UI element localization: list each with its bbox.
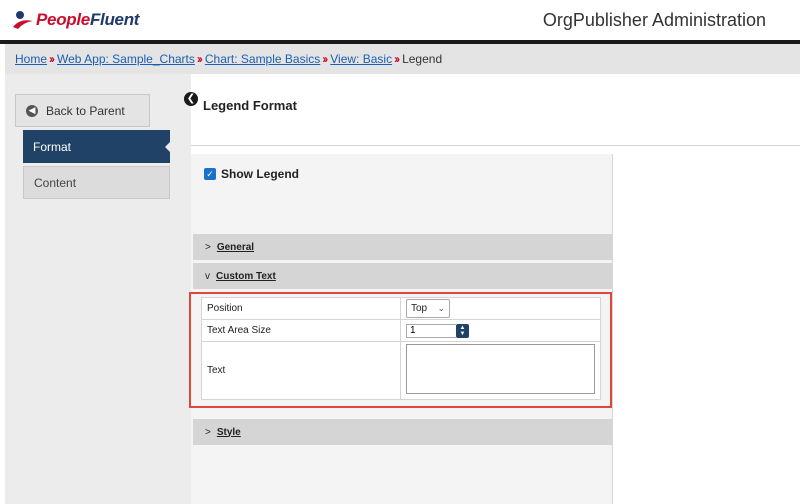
position-select[interactable]: Top ⌄ bbox=[406, 299, 450, 318]
breadcrumb-separator: ›› bbox=[196, 52, 203, 66]
chevron-down-icon: ⌄ bbox=[437, 303, 445, 313]
logo-text-fluent: Fluent bbox=[89, 10, 140, 29]
page-title: Legend Format bbox=[203, 98, 297, 113]
breadcrumb-separator: ›› bbox=[49, 52, 55, 66]
section-style-label: Style bbox=[216, 426, 241, 438]
arrow-left-circle-icon: ◀ bbox=[26, 104, 38, 117]
text-area-size-label: Text Area Size bbox=[201, 319, 401, 342]
sidebar-item-label: Format bbox=[33, 139, 72, 154]
back-to-parent-button[interactable]: ◀ Back to Parent bbox=[15, 94, 150, 127]
text-textarea[interactable] bbox=[406, 344, 595, 394]
section-general[interactable]: > General bbox=[193, 234, 612, 260]
stepper-arrows-icon[interactable]: ▲ ▼ bbox=[456, 323, 469, 338]
breadcrumb-separator: ›› bbox=[394, 52, 400, 66]
sidebar: ◀ Back to Parent Format Content bbox=[5, 74, 191, 504]
breadcrumb: Home ›› Web App: Sample_Charts ›› Chart:… bbox=[5, 44, 800, 74]
section-custom-text[interactable]: v Custom Text bbox=[193, 263, 612, 289]
show-legend-label: Show Legend bbox=[221, 167, 299, 181]
app-header: PeopleFluent OrgPublisher Administration bbox=[0, 0, 800, 40]
text-area-size-input[interactable] bbox=[406, 323, 456, 338]
logo-text-people: People bbox=[36, 10, 90, 29]
section-custom-text-label: Custom Text bbox=[216, 270, 276, 282]
show-legend-checkbox[interactable]: ✓ Show Legend bbox=[204, 167, 299, 181]
position-value-cell: Top ⌄ bbox=[400, 297, 601, 320]
chevron-right-icon: > bbox=[205, 241, 211, 253]
sidebar-item-label: Content bbox=[34, 175, 77, 190]
section-general-label: General bbox=[216, 241, 255, 253]
text-area-size-stepper: ▲▼ bbox=[406, 323, 469, 338]
table-row: Text bbox=[201, 341, 601, 400]
collapse-sidebar-icon[interactable]: ❮ bbox=[184, 92, 198, 106]
text-area-size-cell: ▲▼ bbox=[400, 319, 601, 342]
back-to-parent-label: Back to Parent bbox=[46, 103, 125, 118]
properties-panel: ✓ Show Legend > General v Custom Text Po… bbox=[189, 154, 613, 504]
logo-mark-icon bbox=[12, 9, 34, 31]
content-header: Legend Format bbox=[191, 74, 800, 146]
breadcrumb-view[interactable]: View: Basic bbox=[330, 52, 392, 66]
custom-text-properties-table: Position Top ⌄ Text Area Size ▲▼ bbox=[201, 297, 601, 400]
breadcrumb-current: Legend bbox=[402, 52, 443, 66]
chevron-right-icon: > bbox=[205, 426, 211, 438]
table-row: Text Area Size ▲▼ bbox=[201, 319, 601, 342]
section-style[interactable]: > Style bbox=[193, 419, 612, 445]
breadcrumb-web-app[interactable]: Web App: Sample_Charts bbox=[57, 52, 195, 66]
breadcrumb-home[interactable]: Home bbox=[15, 52, 47, 66]
sidebar-item-content[interactable]: Content bbox=[23, 166, 170, 199]
custom-text-highlight: Position Top ⌄ Text Area Size ▲▼ bbox=[189, 292, 612, 408]
chevron-down-icon: v bbox=[205, 270, 210, 282]
breadcrumb-chart[interactable]: Chart: Sample Basics bbox=[205, 52, 320, 66]
position-label: Position bbox=[201, 297, 401, 320]
active-notch bbox=[165, 141, 171, 153]
table-row: Position Top ⌄ bbox=[201, 297, 601, 320]
main-content: ✓ Show Legend > General v Custom Text Po… bbox=[189, 146, 800, 504]
breadcrumb-separator: ›› bbox=[322, 52, 328, 66]
sidebar-item-format[interactable]: Format bbox=[23, 130, 171, 163]
checkbox-checked-icon[interactable]: ✓ bbox=[204, 168, 216, 180]
text-label: Text bbox=[201, 341, 401, 400]
app-title: OrgPublisher Administration bbox=[542, 10, 766, 30]
text-value-cell bbox=[400, 341, 601, 400]
peoplefluent-logo: PeopleFluent bbox=[12, 8, 139, 32]
position-selected-value: Top bbox=[411, 303, 428, 314]
